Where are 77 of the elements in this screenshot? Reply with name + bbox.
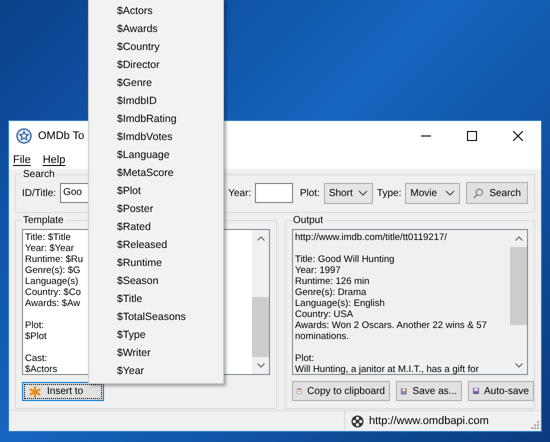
field-label: ID/Title: <box>22 188 56 198</box>
menu-item[interactable]: $Awards <box>89 20 223 38</box>
text-line: Country: $Co <box>25 287 81 298</box>
menu-item[interactable]: $Released <box>89 236 223 254</box>
app-star-icon <box>16 128 32 144</box>
text-line: Awards: Won 2 Oscars. Another 22 wins & 57 nominations. <box>295 320 488 342</box>
search-button[interactable]: Search <box>466 182 528 204</box>
menu-item[interactable]: $Season <box>89 272 223 290</box>
group-label: Template <box>22 215 65 226</box>
scroll-up-icon <box>256 236 264 241</box>
asterisk-icon <box>29 386 41 398</box>
text-line: Will Hunting, a janitor at M.I.T., has a gift for <box>295 364 479 374</box>
dropdown[interactable]: Movie <box>405 182 460 204</box>
dropdown[interactable]: Short <box>324 182 373 204</box>
text-line: http://www.imdb.com/title/tt0119217/ <box>295 232 447 243</box>
text-line: $Plot <box>25 331 47 342</box>
scrollbar-thumb[interactable] <box>510 247 527 325</box>
resize-grip-icon <box>529 419 539 429</box>
menu-item[interactable]: $Poster <box>89 200 223 218</box>
menu-item[interactable]: File <box>13 154 31 166</box>
insert-tokens-button[interactable]: Insert to <box>22 382 104 401</box>
menu-item[interactable]: $Writer <box>89 344 223 362</box>
menu-item[interactable]: $Director <box>89 56 223 74</box>
text-line: Title: Good Will Hunting <box>295 254 394 265</box>
maximize-icon <box>467 131 477 141</box>
menu-item[interactable]: $Actors <box>89 2 223 20</box>
menu-item[interactable]: $TotalSeasons <box>89 308 223 326</box>
save-as-button[interactable]: Save as... <box>396 381 462 401</box>
menu-item[interactable]: $ImdbVotes <box>89 128 223 146</box>
field-label: Plot: <box>300 188 320 198</box>
menu-item[interactable]: $ImdbID <box>89 92 223 110</box>
window-title: OMDb To <box>38 130 84 142</box>
menu-item[interactable]: $Plot <box>89 182 223 200</box>
scroll-down-icon <box>514 363 522 368</box>
text-line: Title: $Title <box>25 232 71 243</box>
menu-item[interactable]: $MetaScore <box>89 164 223 182</box>
menu-item[interactable]: $Year <box>89 362 223 380</box>
output-viewer[interactable] <box>292 229 528 375</box>
text-line: Year: 1997 <box>295 265 341 276</box>
scrollbar-thumb[interactable] <box>252 297 269 357</box>
text-line: Year: $Year <box>25 243 74 254</box>
menu-item[interactable]: $Rated <box>89 218 223 236</box>
field-label: Year: <box>228 188 252 198</box>
menu-item[interactable]: $ImdbRating <box>89 110 223 128</box>
text-line: Runtime: 126 min <box>295 276 370 287</box>
menu-item[interactable]: Help <box>42 154 66 166</box>
text-line: Awards: $Aw <box>25 298 80 309</box>
text-line: Runtime: $Ru <box>25 254 84 265</box>
menu-item[interactable]: $Title <box>89 290 223 308</box>
copy-button[interactable]: Copy to clipboard <box>292 381 390 401</box>
text-line: Cast: <box>25 353 48 364</box>
search-icon <box>473 186 484 200</box>
menu-item[interactable]: $Type <box>89 326 223 344</box>
chevron-down-icon <box>445 189 455 197</box>
field-label: Type: <box>376 188 402 198</box>
text-line: Plot: <box>25 320 44 331</box>
text-line: Genre(s): $G <box>25 265 80 276</box>
scroll-down-icon <box>256 363 264 368</box>
menu-item[interactable]: $Genre <box>89 74 223 92</box>
text-line: $Actors <box>25 364 58 374</box>
film-reel-icon <box>351 414 364 428</box>
text-line: Language(s) <box>25 276 78 287</box>
auto-save-button[interactable]: Auto-save <box>468 381 534 401</box>
menu-item[interactable]: $Runtime <box>89 254 223 272</box>
chevron-down-icon <box>358 189 368 197</box>
year-field[interactable] <box>255 183 293 203</box>
scroll-up-icon <box>514 236 522 241</box>
text-line: Plot: <box>295 353 314 364</box>
text-line: Language(s): English <box>295 298 385 309</box>
group-label: Output <box>292 215 324 226</box>
menu-item[interactable]: $Country <box>89 38 223 56</box>
text-line: Country: USA <box>295 309 354 320</box>
status-link[interactable]: http://www.omdbapi.com <box>369 415 489 427</box>
text-line: Genre(s): Drama <box>295 287 366 298</box>
close-icon <box>513 131 523 141</box>
menu-item[interactable]: $Language <box>89 146 223 164</box>
group-label: Search <box>22 169 56 180</box>
